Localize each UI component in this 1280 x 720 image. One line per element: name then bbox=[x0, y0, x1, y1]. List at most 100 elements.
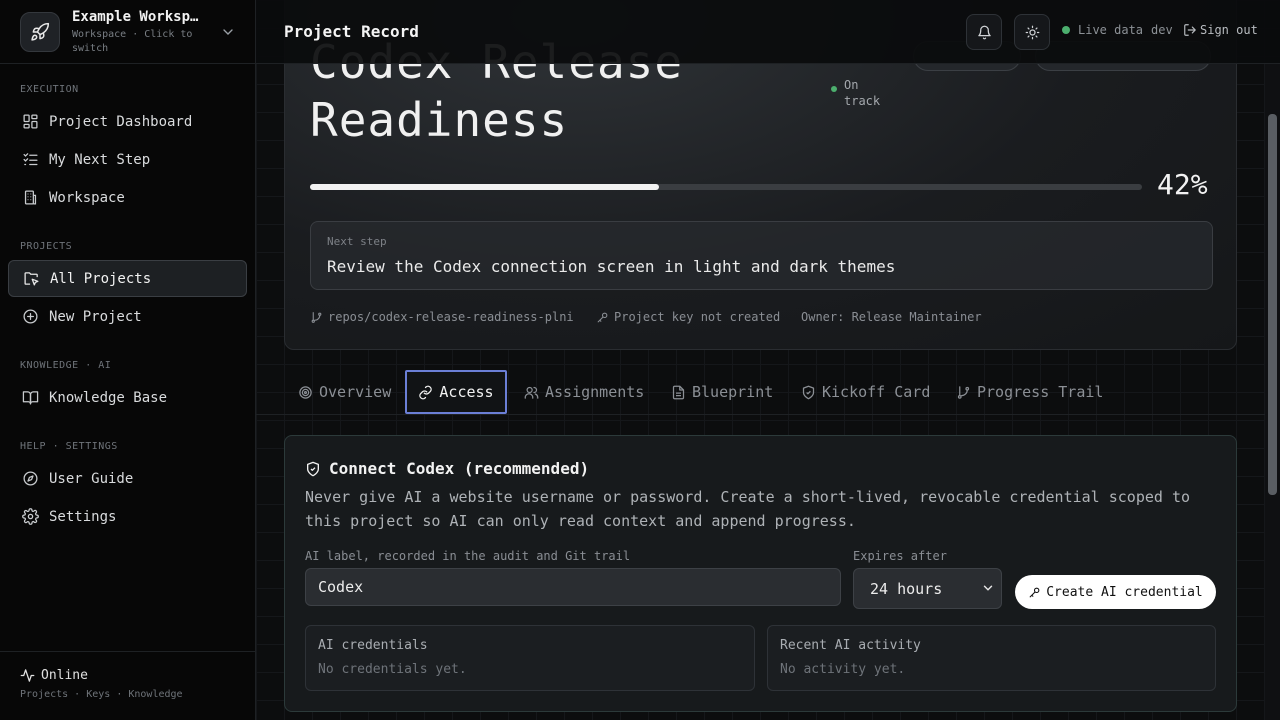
sign-out-button[interactable]: Sign out bbox=[1183, 23, 1258, 37]
page-title: Project Record bbox=[284, 22, 419, 41]
online-label: Online bbox=[41, 668, 88, 683]
sidebar-item-settings[interactable]: Settings bbox=[8, 498, 247, 535]
live-data-indicator: Live data bbox=[1062, 23, 1143, 37]
workspace-subtitle: Workspace · Click to switch bbox=[72, 29, 193, 54]
progress-bar bbox=[310, 184, 1142, 190]
sidebar-item-label: My Next Step bbox=[49, 151, 151, 168]
next-step-text: Review the Codex connection screen in li… bbox=[327, 257, 896, 276]
sun-icon bbox=[1025, 25, 1039, 39]
expires-select[interactable]: 24 hours bbox=[853, 568, 1002, 609]
app-root: Example Worksp… Workspace · Click to swi… bbox=[0, 0, 1280, 720]
workspace-switcher[interactable]: Example Worksp… Workspace · Click to swi… bbox=[0, 0, 256, 64]
dashboard-icon bbox=[21, 113, 39, 131]
sidebar-item-label: Knowledge Base bbox=[49, 389, 168, 406]
sidebar-item-new-project[interactable]: New Project bbox=[8, 298, 247, 335]
workspace-name: Example Worksp… bbox=[72, 9, 199, 25]
create-ai-credential-button[interactable]: Create AI credential bbox=[1015, 575, 1216, 609]
target-icon bbox=[299, 385, 312, 399]
footer-subtitle: Projects · Keys · Knowledge bbox=[20, 689, 183, 700]
section-help-settings: HELP · SETTINGS bbox=[20, 441, 118, 452]
sign-out-label: Sign out bbox=[1200, 23, 1258, 37]
live-dot bbox=[1062, 26, 1070, 34]
section-execution: EXECUTION bbox=[20, 84, 79, 95]
ai-credentials-panel: AI credentials No credentials yet. bbox=[305, 625, 755, 691]
tab-assignments[interactable]: Assignments bbox=[524, 370, 644, 414]
online-status: Online bbox=[20, 668, 88, 683]
sidebar-item-label: All Projects bbox=[50, 270, 152, 287]
sidebar-item-my-next-step[interactable]: My Next Step bbox=[8, 141, 247, 178]
theme-toggle-button[interactable] bbox=[1014, 14, 1050, 50]
shield-check-icon bbox=[802, 385, 815, 399]
environment-label: dev bbox=[1151, 23, 1173, 37]
scrollbar-thumb[interactable] bbox=[1268, 114, 1277, 495]
expires-field-label: Expires after bbox=[853, 549, 947, 563]
recent-activity-empty: No activity yet. bbox=[780, 662, 906, 677]
sidebar-item-project-dashboard[interactable]: Project Dashboard bbox=[8, 103, 247, 140]
tab-label: Access bbox=[439, 383, 494, 401]
recent-activity-title: Recent AI activity bbox=[780, 638, 921, 653]
gear-icon bbox=[21, 508, 39, 526]
notifications-button[interactable] bbox=[966, 14, 1002, 50]
sidebar-item-all-projects[interactable]: All Projects bbox=[8, 260, 247, 297]
book-icon bbox=[21, 389, 39, 407]
shield-check-icon bbox=[307, 461, 319, 476]
tab-label: Kickoff Card bbox=[822, 383, 931, 401]
connect-codex-card: Connect Codex (recommended) Never give A… bbox=[284, 435, 1237, 712]
key-meta: Project key not created bbox=[596, 310, 780, 324]
sidebar-item-label: New Project bbox=[49, 308, 142, 325]
main-content: Codex Release Readiness On track 42% Nex… bbox=[256, 0, 1280, 720]
project-key-status: Project key not created bbox=[614, 310, 781, 324]
sidebar-item-user-guide[interactable]: User Guide bbox=[8, 460, 247, 497]
tab-blueprint[interactable]: Blueprint bbox=[671, 370, 773, 414]
tab-overview[interactable]: Overview bbox=[298, 370, 391, 414]
sidebar-item-label: Workspace bbox=[49, 189, 125, 206]
tab-kickoff-card[interactable]: Kickoff Card bbox=[801, 370, 930, 414]
project-owner: Owner: Release Maintainer bbox=[801, 310, 982, 324]
bell-icon bbox=[977, 25, 991, 39]
section-projects: PROJECTS bbox=[20, 241, 73, 252]
status-badge: On track bbox=[831, 77, 884, 109]
sidebar-footer: Online Projects · Keys · Knowledge bbox=[0, 651, 256, 720]
recent-activity-panel: Recent AI activity No activity yet. bbox=[767, 625, 1216, 691]
tab-label: Assignments bbox=[545, 383, 645, 401]
sidebar-item-label: Project Dashboard bbox=[49, 113, 193, 130]
branch-icon bbox=[311, 311, 322, 323]
checklist-icon bbox=[21, 151, 39, 169]
progress-fill bbox=[310, 184, 660, 190]
repo-meta: repos/codex-release-readiness-plni bbox=[310, 310, 574, 324]
users-icon bbox=[524, 386, 539, 399]
document-icon bbox=[672, 385, 685, 399]
sidebar-item-workspace[interactable]: Workspace bbox=[8, 179, 247, 216]
key-icon bbox=[597, 312, 608, 322]
ai-credentials-empty: No credentials yet. bbox=[318, 662, 467, 677]
sidebar-item-label: Settings bbox=[49, 508, 117, 525]
folder-cursor-icon bbox=[22, 270, 40, 288]
ai-label-input[interactable] bbox=[305, 568, 841, 606]
tab-label: Blueprint bbox=[692, 383, 774, 401]
card-title: Connect Codex (recommended) bbox=[329, 459, 590, 478]
sidebar-item-knowledge-base[interactable]: Knowledge Base bbox=[8, 379, 247, 416]
tab-bar: Overview Access Assignments Blueprint Ki… bbox=[256, 370, 1280, 415]
tab-label: Progress Trail bbox=[977, 383, 1104, 401]
status-label: On track bbox=[844, 78, 881, 108]
branch-icon bbox=[957, 385, 970, 399]
building-icon bbox=[21, 189, 39, 207]
topbar: Project Record Live data dev Sign out bbox=[256, 0, 1280, 64]
owner-meta: Owner: Release Maintainer bbox=[801, 310, 982, 324]
live-label: Live data bbox=[1078, 23, 1144, 37]
key-icon bbox=[1029, 587, 1040, 597]
tab-progress-trail[interactable]: Progress Trail bbox=[956, 370, 1103, 414]
tab-access[interactable]: Access bbox=[405, 370, 507, 414]
create-button-label: Create AI credential bbox=[1046, 584, 1203, 600]
sign-out-icon bbox=[1184, 24, 1196, 36]
expires-value: 24 hours bbox=[870, 579, 943, 598]
sidebar-item-label: User Guide bbox=[49, 470, 134, 487]
next-step-box: Next step Review the Codex connection sc… bbox=[310, 221, 1213, 290]
repo-path: repos/codex-release-readiness-plni bbox=[328, 310, 574, 324]
ai-label-field-label: AI label, recorded in the audit and Git … bbox=[305, 549, 631, 563]
progress-percent: 42% bbox=[1157, 168, 1208, 201]
compass-icon bbox=[21, 470, 39, 488]
card-heading: Connect Codex (recommended) bbox=[305, 459, 589, 478]
status-dot bbox=[831, 86, 837, 92]
chevron-down-icon bbox=[220, 24, 236, 40]
